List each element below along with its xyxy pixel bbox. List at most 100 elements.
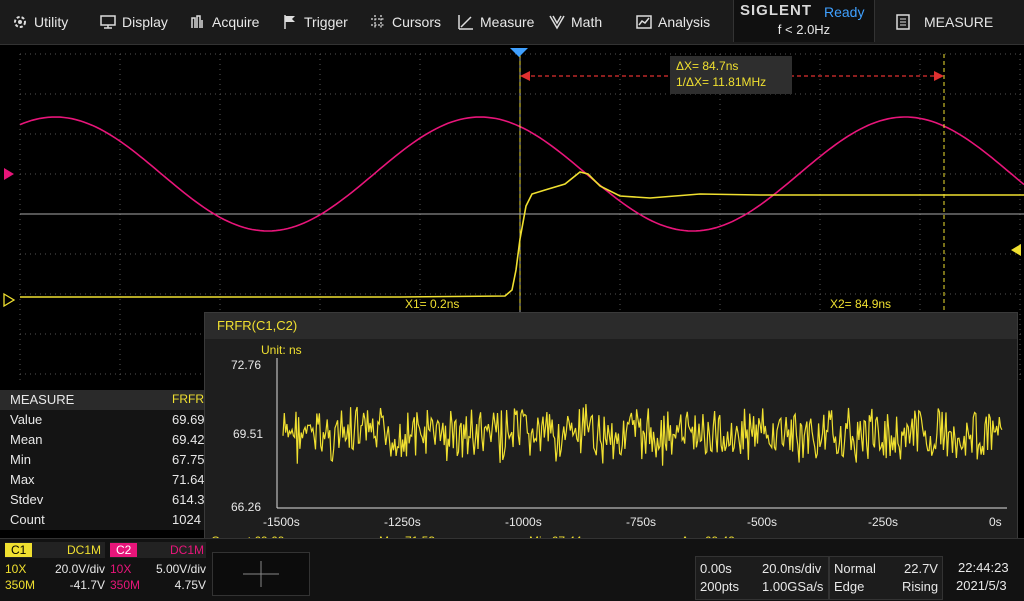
- clock-date: 2021/5/3: [956, 578, 1007, 593]
- trigger-slope: Rising: [902, 579, 939, 594]
- channel-1-offset-marker[interactable]: [3, 292, 16, 308]
- flag-icon: [284, 15, 295, 29]
- timebase-scale: 20.0ns/div: [762, 561, 822, 576]
- channel-1-probe: 10X: [5, 562, 27, 576]
- menu-measure[interactable]: Measure: [458, 0, 534, 44]
- trigger-position-marker[interactable]: [510, 48, 528, 57]
- measure-key: Count: [10, 512, 45, 527]
- menu-measure-label: Measure: [480, 14, 535, 30]
- channel-2-offset: 4.75V: [174, 578, 206, 592]
- timebase-delay: 0.00s: [700, 561, 732, 576]
- memory-depth: 200pts: [700, 579, 740, 594]
- measure-val: 614.3: [172, 492, 205, 507]
- plus-icon: [243, 561, 279, 587]
- measure-key: Max: [10, 472, 35, 487]
- trend-x-tick: -1000s: [505, 515, 542, 529]
- brand-status-box: SIGLENT Ready f < 2.0Hz: [733, 0, 875, 42]
- measure-icon: [458, 15, 473, 30]
- cursor-x2-label: X2= 84.9ns: [830, 297, 892, 311]
- measure-tab[interactable]: MEASURE: [880, 0, 1024, 44]
- trend-window[interactable]: FRFR(C1,C2) Unit: ns 72.76 69.51 66.26 -…: [204, 312, 1018, 552]
- trend-x-tick: -750s: [626, 515, 657, 529]
- cursor-readout: ΔX= 84.7ns 1/ΔX= 11.81MHz: [670, 56, 792, 94]
- brand-logo: SIGLENT: [740, 2, 813, 19]
- trend-series: [282, 404, 1003, 466]
- menu-cursors[interactable]: Cursors: [370, 0, 441, 44]
- clock: 22:44:23 2021/5/3: [944, 556, 1024, 598]
- measure-row-value: Value 69.69: [0, 410, 205, 430]
- delta-x-value: ΔX= 84.7ns: [676, 59, 739, 73]
- measure-key: Min: [10, 452, 31, 467]
- channel-1-waveform: [20, 171, 1024, 298]
- channel-2-scale: 5.00V/div: [155, 562, 206, 576]
- menu-math-label: Math: [571, 14, 603, 30]
- cursor-icon: [371, 15, 385, 29]
- menu-utility[interactable]: Utility: [12, 0, 68, 44]
- trend-x-tick: -1500s: [263, 515, 300, 529]
- trend-x-tick: -1250s: [384, 515, 421, 529]
- channel-2-probe: 10X: [110, 562, 132, 576]
- menu-acquire[interactable]: Acquire: [190, 0, 259, 44]
- measure-key: Stdev: [10, 492, 44, 507]
- trigger-frequency: f < 2.0Hz: [777, 22, 831, 37]
- delta-arrow-right-head: [934, 71, 944, 81]
- monitor-icon: [100, 15, 116, 29]
- measure-key: Mean: [10, 432, 43, 447]
- channel-2-bandwidth: 350M: [110, 578, 141, 592]
- menu-analysis-label: Analysis: [658, 14, 711, 30]
- clock-time: 22:44:23: [958, 560, 1009, 575]
- menu-analysis[interactable]: Analysis: [636, 0, 710, 44]
- channel-1-name: C1: [5, 543, 33, 557]
- channel-2-coupling: DC1M: [169, 543, 204, 557]
- menu-display[interactable]: Display: [100, 0, 168, 44]
- channel-2-offset-marker[interactable]: [4, 168, 14, 180]
- measure-row-max: Max 71.64: [0, 470, 205, 490]
- measure-panel: MEASURE FRFR(C1,C2) Value 69.69 Mean 69.42…: [0, 390, 246, 530]
- math-icon: [549, 15, 565, 30]
- channel-1-offset: -41.7V: [69, 578, 105, 592]
- trigger-info[interactable]: Normal 22.7V Edge Rising: [829, 556, 943, 600]
- channel-1-bandwidth: 350M: [5, 578, 36, 592]
- channel-1-info[interactable]: C1 DC1M 10X 20.0V/div 350M -41.7V: [5, 542, 105, 598]
- trend-x-tick: -250s: [868, 515, 899, 529]
- measure-header[interactable]: MEASURE FRFR(C1,C2): [0, 390, 246, 410]
- menu-list-icon: [896, 14, 910, 30]
- measure-row-count: Count 1024: [0, 510, 204, 530]
- measure-val: 69.42: [172, 432, 205, 447]
- menu-bar: Utility Display Acquire Trigger Cursors …: [0, 0, 1024, 45]
- inverse-delta-x-value: 1/ΔX= 11.81MHz: [676, 75, 767, 89]
- measure-val: 67.75: [172, 452, 205, 467]
- menu-math[interactable]: Math: [549, 0, 602, 44]
- delta-arrow-left-head: [520, 71, 530, 81]
- measure-val: 1024: [172, 512, 201, 527]
- trend-x-tick: 0s: [989, 515, 1002, 529]
- measure-val: 69.69: [172, 412, 205, 427]
- channel-2-info[interactable]: C2 DC1M 10X 5.00V/div 350M 4.75V: [110, 542, 206, 598]
- channel-2-name: C2: [110, 543, 138, 557]
- measure-row-mean: Mean 69.42: [0, 430, 205, 450]
- sample-rate: 1.00GSa/s: [762, 579, 824, 594]
- gear-icon: [14, 16, 26, 28]
- measure-key: Value: [10, 412, 43, 427]
- cursor-x1-label: X1= 0.2ns: [405, 297, 460, 311]
- measure-row-min: Min 67.75: [0, 450, 205, 470]
- add-channel-button[interactable]: [212, 552, 310, 596]
- analysis-icon: [636, 15, 652, 29]
- acquire-icon: [191, 15, 203, 28]
- menu-trigger[interactable]: Trigger: [282, 0, 348, 44]
- measure-tab-label: MEASURE: [924, 14, 994, 30]
- measure-val: 71.64: [172, 472, 205, 487]
- measure-header-label: MEASURE: [10, 392, 75, 407]
- measure-row-stdev: Stdev 614.3: [0, 490, 205, 510]
- menu-utility-label: Utility: [34, 14, 69, 30]
- channel-1-scale: 20.0V/div: [54, 562, 105, 576]
- menu-trigger-label: Trigger: [304, 14, 348, 30]
- trigger-level: 22.7V: [904, 561, 938, 576]
- channel-2-header: C2 DC1M: [110, 542, 206, 558]
- channel-1-coupling: DC1M: [66, 543, 101, 557]
- timebase-info[interactable]: 0.00s 20.0ns/div 200pts 1.00GSa/s: [695, 556, 829, 600]
- trigger-mode: Normal: [834, 561, 876, 576]
- menu-cursors-label: Cursors: [392, 14, 442, 30]
- channel-1-header: C1 DC1M: [5, 542, 105, 558]
- run-status[interactable]: Ready: [824, 4, 864, 20]
